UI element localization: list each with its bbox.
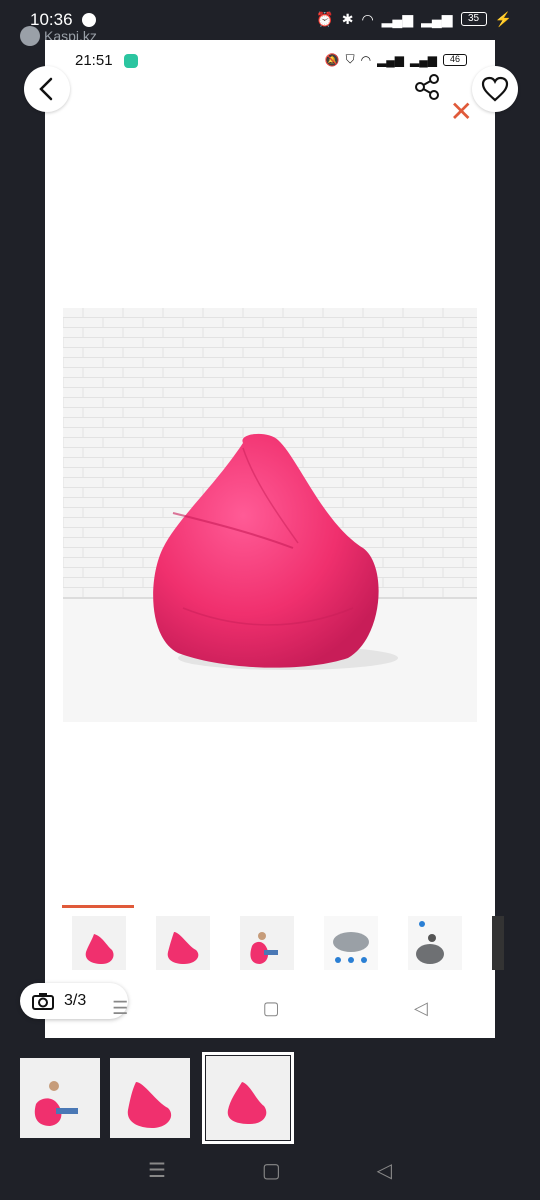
status-icons: ⏰ ✱ ◠ ▂▄▆ ▂▄▆ 35 ⚡ — [316, 10, 512, 28]
active-thumbnail-indicator — [62, 905, 134, 908]
battery-icon: 46 — [443, 53, 467, 66]
thumbnail[interactable] — [156, 916, 210, 970]
thumbnail[interactable] — [408, 916, 462, 970]
wifi-icon: ◠ — [361, 11, 374, 27]
battery-icon: 35 — [460, 12, 487, 26]
inner-status-icons: 🔕 ⛉ ◠ ▂▄▆ ▂▄▆ 46 — [325, 52, 467, 67]
thumbnail[interactable] — [324, 916, 378, 970]
menu-icon: ☰ — [112, 998, 129, 1018]
heart-icon — [481, 76, 509, 102]
back-button[interactable] — [24, 66, 70, 112]
bottom-thumbnail-selected[interactable] — [202, 1052, 294, 1144]
back-nav-icon[interactable]: ◁ — [377, 1158, 392, 1183]
share-button[interactable] — [413, 73, 441, 106]
system-nav-bar: ☰ ▢ ◁ — [0, 1158, 540, 1183]
signal-icon-2: ▂▄▆ — [410, 52, 437, 67]
inner-status-time: 21:51 — [75, 52, 113, 69]
favorite-button[interactable] — [472, 66, 518, 112]
inner-nav-bar: ☰ ▢ ◁ — [45, 998, 495, 1019]
chevron-left-icon — [39, 77, 53, 101]
close-icon[interactable]: ✕ — [450, 98, 473, 126]
menu-icon[interactable]: ☰ — [148, 1158, 166, 1183]
app-notification-icon — [82, 13, 96, 27]
wifi-icon: ◠ — [360, 52, 372, 67]
thumbnail-row — [72, 916, 504, 970]
home-icon[interactable]: ▢ — [262, 1158, 281, 1183]
bottom-thumbnail-strip — [20, 1052, 294, 1144]
home-icon: ▢ — [262, 998, 280, 1018]
signal-icon: ▂▄▆ — [377, 52, 405, 67]
beanbag-photo — [63, 308, 477, 722]
thumbnail[interactable] — [240, 916, 294, 970]
thumbnail-partial[interactable] — [492, 916, 504, 970]
share-icon — [415, 74, 439, 100]
bottom-thumbnail[interactable] — [110, 1058, 190, 1138]
bluetooth-icon: ✱ — [341, 11, 354, 27]
shield-icon: ⛉ — [345, 52, 355, 66]
chat-notification-icon — [124, 54, 138, 68]
screenshot-preview: 21:51 🔕 ⛉ ◠ ▂▄▆ ▂▄▆ 46 ✕ 3/3 ☰ ▢ ◁ — [20, 40, 504, 1038]
mute-icon: 🔕 — [324, 52, 340, 67]
alarm-icon: ⏰ — [316, 11, 334, 27]
signal-icon: ▂▄▆ — [381, 11, 414, 27]
thumbnail[interactable] — [72, 916, 126, 970]
product-image[interactable] — [63, 308, 477, 722]
kaspi-logo-icon — [20, 26, 40, 46]
back-nav-icon: ◁ — [413, 998, 428, 1018]
bottom-thumbnail[interactable] — [20, 1058, 100, 1138]
signal-icon-2: ▂▄▆ — [421, 11, 453, 27]
charging-icon: ⚡ — [494, 10, 512, 27]
